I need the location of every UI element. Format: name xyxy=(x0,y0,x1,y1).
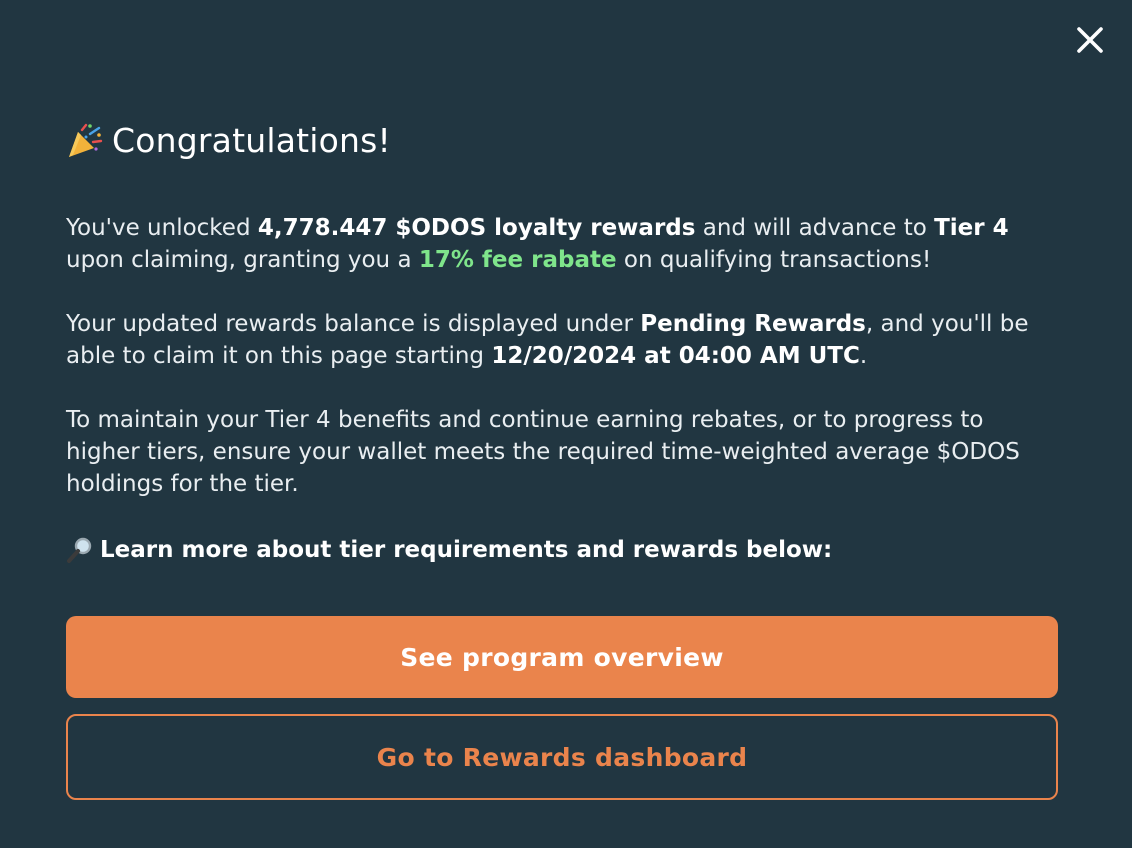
rewards-amount: 4,778.447 $ODOS loyalty rewards xyxy=(257,215,696,241)
pending-rewards-label: Pending Rewards xyxy=(640,311,866,337)
close-icon xyxy=(1077,27,1103,53)
go-to-rewards-dashboard-button[interactable]: Go to Rewards dashboard xyxy=(66,714,1058,800)
modal-content: Congratulations! You've unlocked 4,778.4… xyxy=(66,118,1058,566)
balance-paragraph: Your updated rewards balance is displaye… xyxy=(66,308,1058,372)
see-program-overview-button[interactable]: See program overview xyxy=(66,616,1058,698)
close-button[interactable] xyxy=(1069,22,1111,58)
text-segment: . xyxy=(859,343,868,369)
text-segment: upon claiming, granting you a xyxy=(66,247,419,273)
congratulations-modal: Congratulations! You've unlocked 4,778.4… xyxy=(0,0,1132,848)
rewards-paragraph: You've unlocked 4,778.447 $ODOS loyalty … xyxy=(66,212,1058,276)
learn-more-text: Learn more about tier requirements and r… xyxy=(100,537,833,563)
claim-date: 12/20/2024 at 04:00 AM UTC xyxy=(491,343,860,369)
text-segment: on qualifying transactions! xyxy=(616,247,932,273)
text-segment: Your updated rewards balance is displaye… xyxy=(66,311,641,337)
party-popper-icon xyxy=(66,122,104,160)
maintain-tier-paragraph: To maintain your Tier 4 benefits and con… xyxy=(66,407,1020,497)
learn-more-heading: Learn more about tier requirements and r… xyxy=(66,534,1058,566)
magnifying-glass-icon xyxy=(66,536,94,564)
text-segment: You've unlocked xyxy=(66,215,258,241)
title-text: Congratulations! xyxy=(112,121,391,160)
tier-label: Tier 4 xyxy=(934,215,1009,241)
fee-rebate-highlight: 17% fee rabate xyxy=(418,247,617,273)
text-segment: and will advance to xyxy=(695,215,935,241)
modal-title: Congratulations! xyxy=(66,118,1058,164)
